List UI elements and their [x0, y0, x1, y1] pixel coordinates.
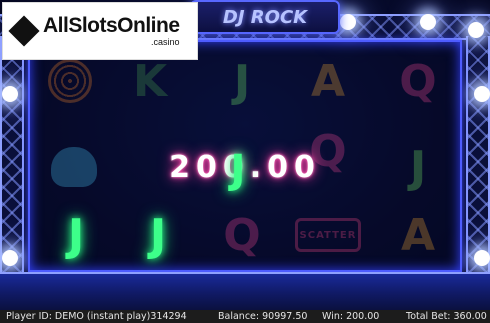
logo-subtext: .casino: [150, 37, 180, 47]
status-bar: Player ID: DEMO (instant play)314294 Bal…: [0, 310, 490, 323]
vinyl-record-icon: [48, 59, 92, 103]
reel-symbol: J: [233, 55, 251, 107]
balance: Balance: 90997.50: [218, 311, 308, 322]
reel-symbol: A: [400, 209, 436, 261]
stage-spotlight: [474, 250, 490, 266]
winning-symbol: J: [149, 209, 167, 261]
stage-spotlight: [420, 14, 436, 30]
win-total: Win: 200.00: [322, 311, 380, 322]
reel-symbol-scatter: SCATTER: [292, 200, 364, 270]
diamond-icon: [8, 15, 40, 47]
stage-spotlight: [2, 250, 18, 266]
stage-spotlight: [2, 86, 18, 102]
reel-symbol: A: [310, 55, 346, 107]
reel-symbol: Q: [223, 209, 261, 261]
scatter-sign-icon: SCATTER: [295, 218, 361, 252]
stage-spotlight: [340, 14, 356, 30]
player-id: Player ID: DEMO (instant play)314294: [6, 311, 187, 322]
game-title: DJ ROCK: [222, 6, 308, 28]
winning-symbol: J: [67, 209, 85, 261]
stage-floor: [0, 272, 490, 310]
site-logo: AllSlotsOnline .casino: [2, 2, 198, 60]
winning-symbol: J: [230, 147, 246, 193]
stage-spotlight: [474, 86, 490, 102]
logo-text: AllSlotsOnline: [43, 14, 180, 37]
stage-spotlight: [468, 22, 484, 38]
total-bet: Total Bet: 360.00: [406, 311, 487, 322]
reel-symbol: Q: [399, 55, 437, 107]
game-title-banner: DJ ROCK: [190, 0, 340, 34]
